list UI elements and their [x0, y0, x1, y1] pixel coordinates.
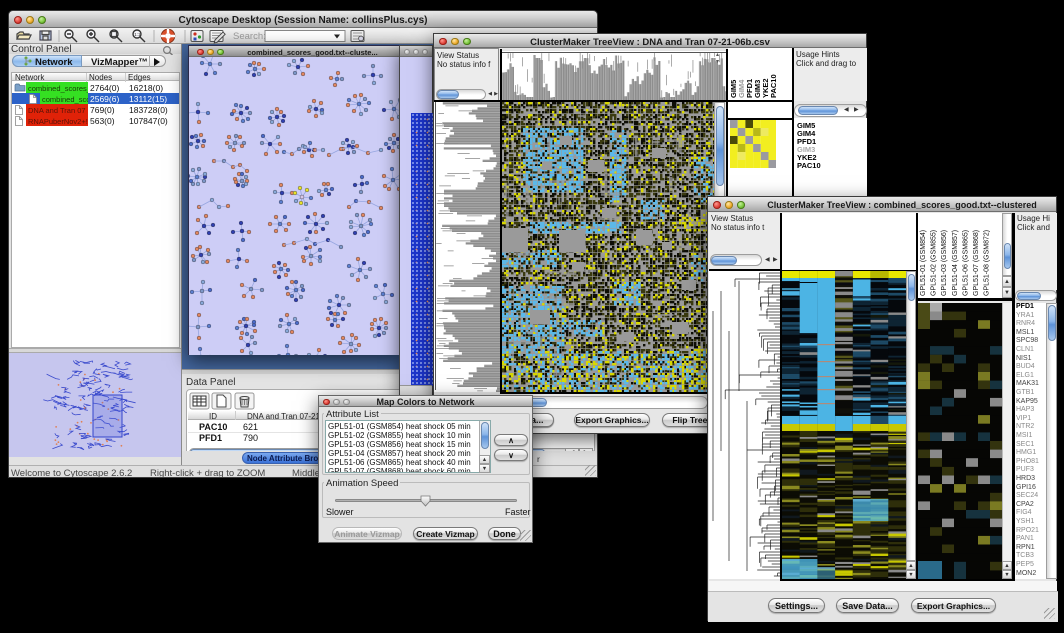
svg-text:GPL51-03 (GSM856): GPL51-03 (GSM856) [941, 230, 948, 296]
svg-text:Search:: Search: [233, 31, 266, 42]
svg-text:GPL51-04 (GSM857): GPL51-04 (GSM857) [952, 230, 959, 296]
svg-text:1:1: 1:1 [134, 32, 141, 37]
svg-text:GPL51-01 (GSM854): GPL51-01 (GSM854) [920, 230, 927, 296]
svg-text:GPL51-02 (GSM855): GPL51-02 (GSM855) [931, 230, 938, 296]
svg-text:PAC10: PAC10 [769, 74, 778, 98]
svg-text:GPL51-07 (GSM868): GPL51-07 (GSM868) [973, 230, 980, 296]
svg-text:GPL51-08 (GSM872): GPL51-08 (GSM872) [984, 230, 991, 296]
svg-text:GPL51-06 (GSM865): GPL51-06 (GSM865) [962, 230, 969, 296]
